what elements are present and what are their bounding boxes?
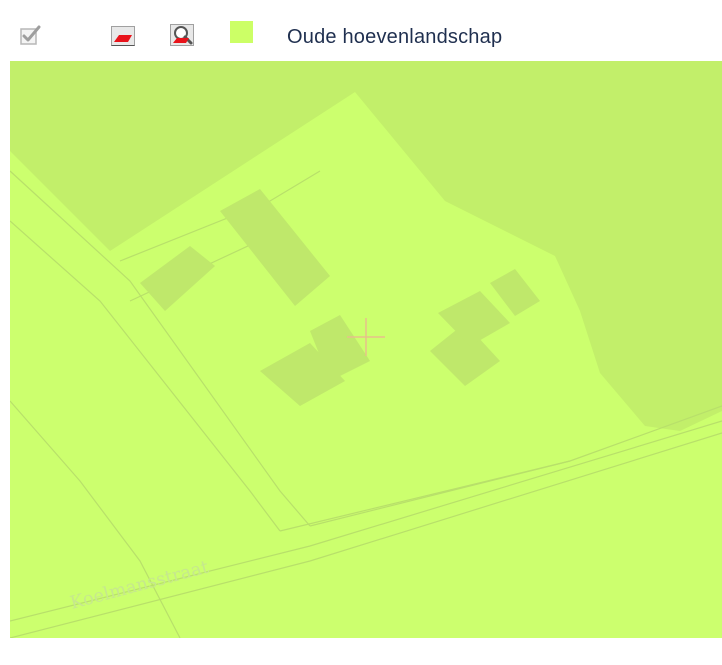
layer-style-icon[interactable]: [111, 26, 135, 46]
layer-label: Oude hoevenlandschap: [287, 26, 503, 48]
layer-toolbar: Oude hoevenlandschap: [0, 0, 722, 60]
zoom-to-layer-icon[interactable]: [170, 24, 196, 47]
map-view[interactable]: Koelmansstraat: [10, 61, 722, 638]
checkbox-checked-icon[interactable]: [20, 24, 44, 46]
legend-swatch: [230, 21, 253, 43]
